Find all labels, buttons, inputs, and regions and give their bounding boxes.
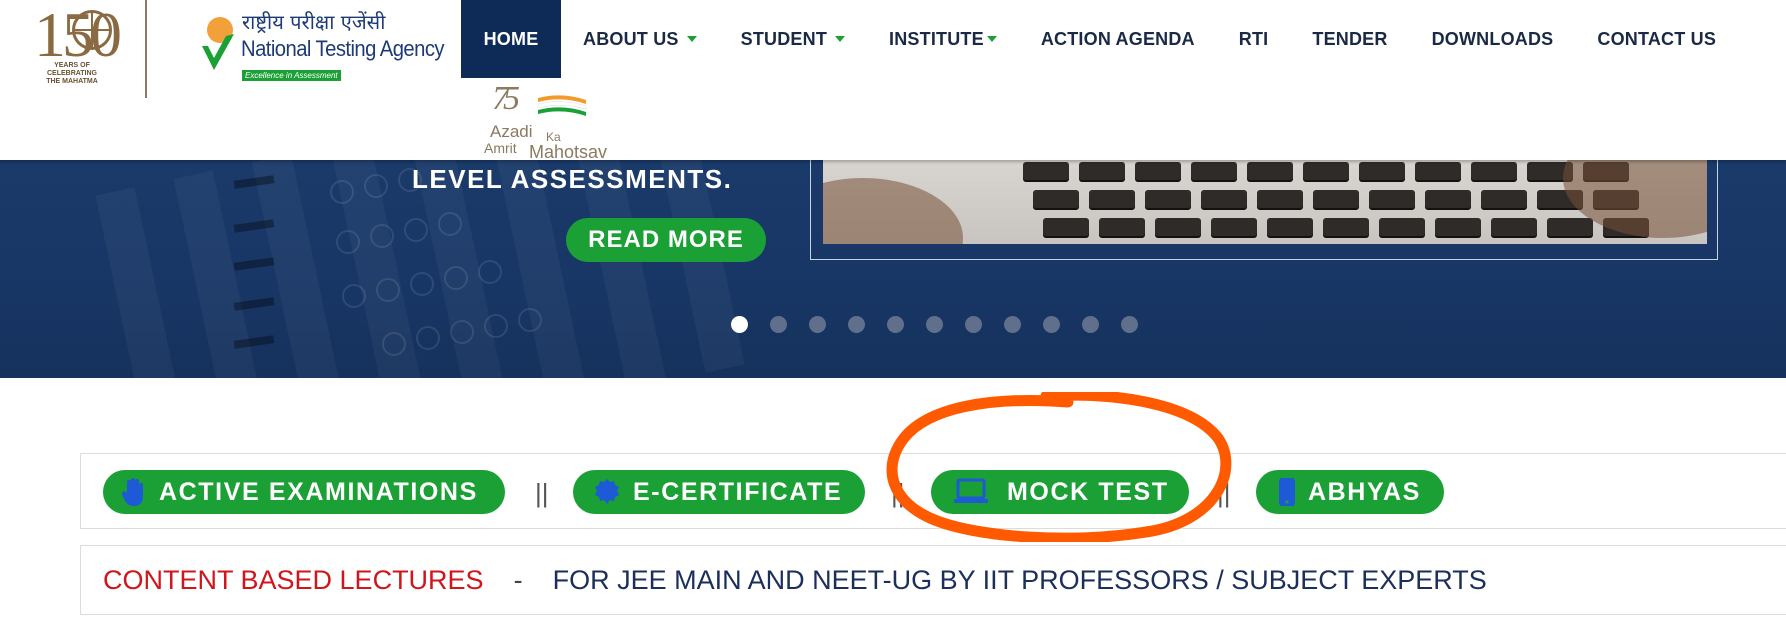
amrit-text: Amrit	[484, 140, 517, 156]
separator: ||	[535, 478, 549, 508]
nav-about-us[interactable]: ABOUT US	[561, 0, 719, 78]
abhyas-label: ABHYAS	[1308, 477, 1421, 506]
nav-about-us-label: ABOUT US	[583, 28, 679, 49]
azadi-ka-amrit-mahotsav-logo[interactable]: 75 Azadi Ka Amrit Mahotsav	[484, 80, 624, 162]
carousel-dots	[731, 316, 1138, 333]
e-certificate-label: E-CERTIFICATE	[633, 477, 843, 506]
nav-action-agenda[interactable]: ACTION AGENDA	[1019, 0, 1217, 78]
laptop-keyboard-image	[823, 160, 1707, 244]
banner-headline: LEVEL ASSESSMENTS.	[412, 164, 733, 194]
nta-tagline: Excellence in Assessment	[242, 70, 341, 81]
carousel-dot[interactable]	[926, 316, 943, 333]
abhyas-button[interactable]: ABHYAS	[1256, 470, 1444, 514]
carousel-dot[interactable]	[731, 316, 748, 333]
nav-action-agenda-label: ACTION AGENDA	[1040, 28, 1195, 49]
nav-downloads[interactable]: DOWNLOADS	[1410, 0, 1576, 78]
e-certificate-button[interactable]: E-CERTIFICATE	[573, 470, 865, 514]
caret-down-icon	[686, 36, 697, 42]
carousel-dot[interactable]	[1121, 316, 1138, 333]
nav-institute[interactable]: INSTITUTE	[867, 0, 1019, 78]
banner-image-frame	[810, 160, 1718, 260]
nav-contact-us[interactable]: CONTACT US	[1575, 0, 1738, 78]
lecture-announcement-bar[interactable]: CONTENT BASED LECTURES - FOR JEE MAIN AN…	[80, 545, 1786, 615]
omr-bubbles	[330, 168, 650, 378]
caret-down-icon	[835, 36, 846, 42]
nav-home[interactable]: HOME	[461, 0, 561, 78]
badge-icon	[595, 479, 619, 504]
nav-student-label: STUDENT	[740, 28, 828, 49]
nav-rti[interactable]: RTI	[1217, 0, 1291, 78]
nta-logo[interactable]: राष्ट्रीय परीक्षा एजेंसी National Testin…	[200, 6, 445, 90]
carousel-dot[interactable]	[965, 316, 982, 333]
carousel-dot[interactable]	[770, 316, 787, 333]
carousel-dot[interactable]	[1043, 316, 1060, 333]
mobile-icon	[1279, 478, 1295, 506]
azadi-text: Azadi	[490, 122, 533, 141]
carousel-dot[interactable]	[887, 316, 904, 333]
nav-downloads-label: DOWNLOADS	[1431, 28, 1554, 49]
carousel-dot[interactable]	[1004, 316, 1021, 333]
highlight-annotation	[886, 392, 1232, 542]
read-more-button[interactable]: READ MORE	[566, 218, 766, 262]
logo-150-caption: YEARS OF CELEBRATING THE MAHATMA	[46, 62, 98, 85]
mahotsav-text: Mahotsav	[529, 142, 608, 162]
nav-institute-label: INSTITUTE	[889, 28, 984, 49]
omr-tick-marks	[220, 160, 280, 378]
logo-divider	[145, 0, 147, 98]
carousel-dot[interactable]	[848, 316, 865, 333]
carousel-dot[interactable]	[809, 316, 826, 333]
nav-student[interactable]: STUDENT	[719, 0, 867, 78]
nav-rti-label: RTI	[1238, 28, 1269, 49]
main-nav: HOME ABOUT US STUDENT INSTITUTE ACTION A…	[461, 0, 1738, 78]
site-header: 150 YEARS OF CELEBRATING THE MAHATMA राष…	[0, 0, 1786, 162]
carousel-dot[interactable]	[1082, 316, 1099, 333]
nav-tender[interactable]: TENDER	[1290, 0, 1409, 78]
hero-carousel: LEVEL ASSESSMENTS. READ MORE	[0, 160, 1786, 378]
charkha-icon	[72, 10, 112, 50]
nav-contact-us-label: CONTACT US	[1597, 28, 1717, 49]
gandhi-150-logo[interactable]: 150 YEARS OF CELEBRATING THE MAHATMA	[28, 0, 122, 96]
active-examinations-button[interactable]: ACTIVE EXAMINATIONS	[103, 470, 505, 514]
nta-english-name: National Testing Agency	[241, 36, 445, 61]
nta-check-icon	[202, 17, 234, 70]
lecture-description[interactable]: FOR JEE MAIN AND NEET-UG BY IIT PROFESSO…	[553, 565, 1487, 596]
nta-hindi-name: राष्ट्रीय परीक्षा एजेंसी	[242, 10, 386, 34]
azadi-75-number: 75	[492, 80, 520, 117]
caret-down-icon	[986, 36, 997, 42]
nav-home-label: HOME	[483, 28, 539, 49]
nav-tender-label: TENDER	[1312, 28, 1388, 49]
hand-icon	[121, 478, 143, 506]
lecture-title[interactable]: CONTENT BASED LECTURES	[103, 565, 484, 596]
active-examinations-label: ACTIVE EXAMINATIONS	[159, 477, 478, 506]
lecture-dash: -	[513, 564, 523, 595]
flag-icon	[537, 95, 587, 116]
